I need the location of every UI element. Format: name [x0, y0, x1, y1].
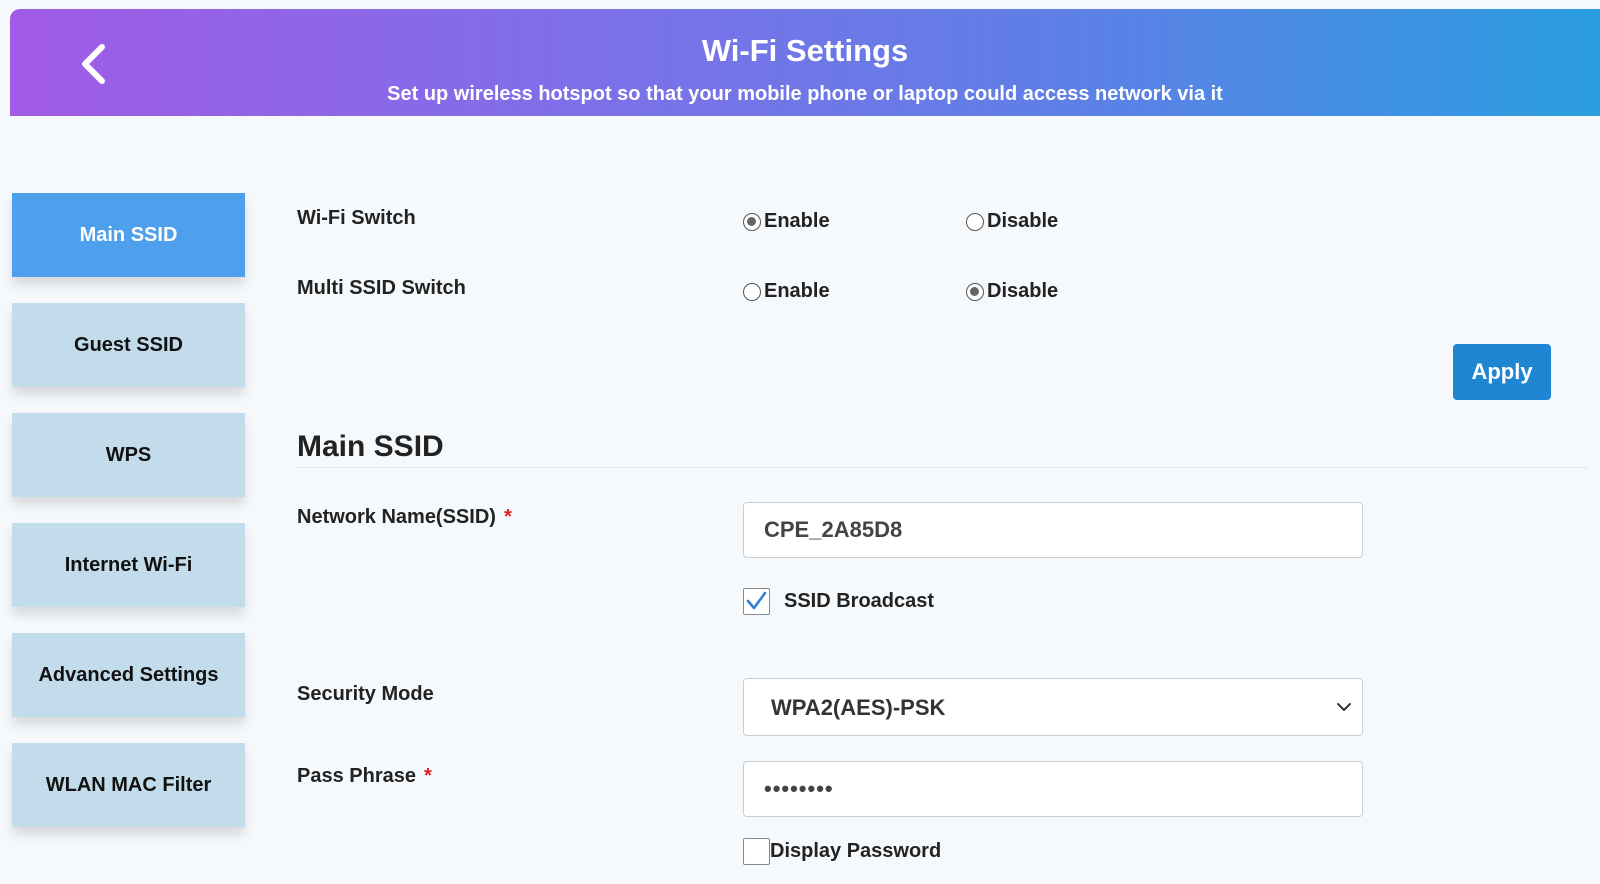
page-title: Wi-Fi Settings	[701, 33, 909, 68]
required-marker: *	[423, 765, 432, 787]
section-divider	[297, 467, 1587, 468]
wifi-disable-label: Disable	[987, 210, 1059, 232]
multi-ssid-disable-label: Disable	[987, 280, 1059, 302]
sidebar-item-internet-wifi[interactable]: Internet Wi-Fi	[12, 523, 245, 607]
wifi-disable-option[interactable]: Disable	[966, 210, 1058, 233]
ssid-broadcast-label: SSID Broadcast	[784, 590, 935, 612]
security-mode-select[interactable]: WPA2(AES)-PSK	[743, 678, 1363, 736]
pass-phrase-input[interactable]	[743, 761, 1363, 817]
sidebar-item-guest-ssid[interactable]: Guest SSID	[12, 303, 245, 387]
multi-ssid-enable-radio[interactable]	[743, 282, 761, 301]
section-title-main-ssid: Main SSID	[297, 430, 444, 463]
sidebar-item-wps[interactable]: WPS	[12, 413, 245, 497]
display-password-label: Display Password	[770, 840, 942, 862]
security-mode-label: Security Mode	[297, 683, 434, 705]
chevron-down-icon	[1337, 703, 1351, 711]
security-mode-value: WPA2(AES)-PSK	[771, 695, 946, 720]
sidebar-item-wlan-mac-filter[interactable]: WLAN MAC Filter	[12, 743, 245, 827]
multi-ssid-enable-label: Enable	[764, 280, 830, 302]
network-name-label: Network Name(SSID) *	[297, 506, 512, 529]
network-name-label-text: Network Name(SSID)	[297, 506, 496, 528]
wifi-enable-label: Enable	[764, 210, 830, 232]
page-subtitle: Set up wireless hotspot so that your mob…	[387, 83, 1223, 105]
wifi-enable-radio[interactable]	[743, 212, 761, 231]
apply-button[interactable]: Apply	[1453, 344, 1551, 400]
multi-ssid-switch-label: Multi SSID Switch	[297, 277, 466, 299]
wifi-switch-label: Wi-Fi Switch	[297, 207, 416, 229]
wifi-disable-radio[interactable]	[966, 212, 984, 231]
ssid-broadcast-checkbox[interactable]	[743, 588, 770, 615]
required-marker: *	[503, 506, 512, 528]
wifi-enable-option[interactable]: Enable	[743, 210, 830, 233]
sidebar-item-main-ssid[interactable]: Main SSID	[12, 193, 245, 277]
checkmark-icon	[746, 591, 767, 610]
multi-ssid-disable-radio[interactable]	[966, 282, 984, 301]
page-header: Wi-Fi Settings Set up wireless hotspot s…	[10, 9, 1600, 116]
multi-ssid-enable-option[interactable]: Enable	[743, 280, 830, 303]
multi-ssid-disable-option[interactable]: Disable	[966, 280, 1058, 303]
pass-phrase-label: Pass Phrase *	[297, 765, 432, 788]
display-password-checkbox[interactable]	[743, 838, 770, 865]
network-name-input[interactable]	[743, 502, 1363, 558]
pass-phrase-label-text: Pass Phrase	[297, 765, 416, 787]
sidebar-item-advanced-settings[interactable]: Advanced Settings	[12, 633, 245, 717]
